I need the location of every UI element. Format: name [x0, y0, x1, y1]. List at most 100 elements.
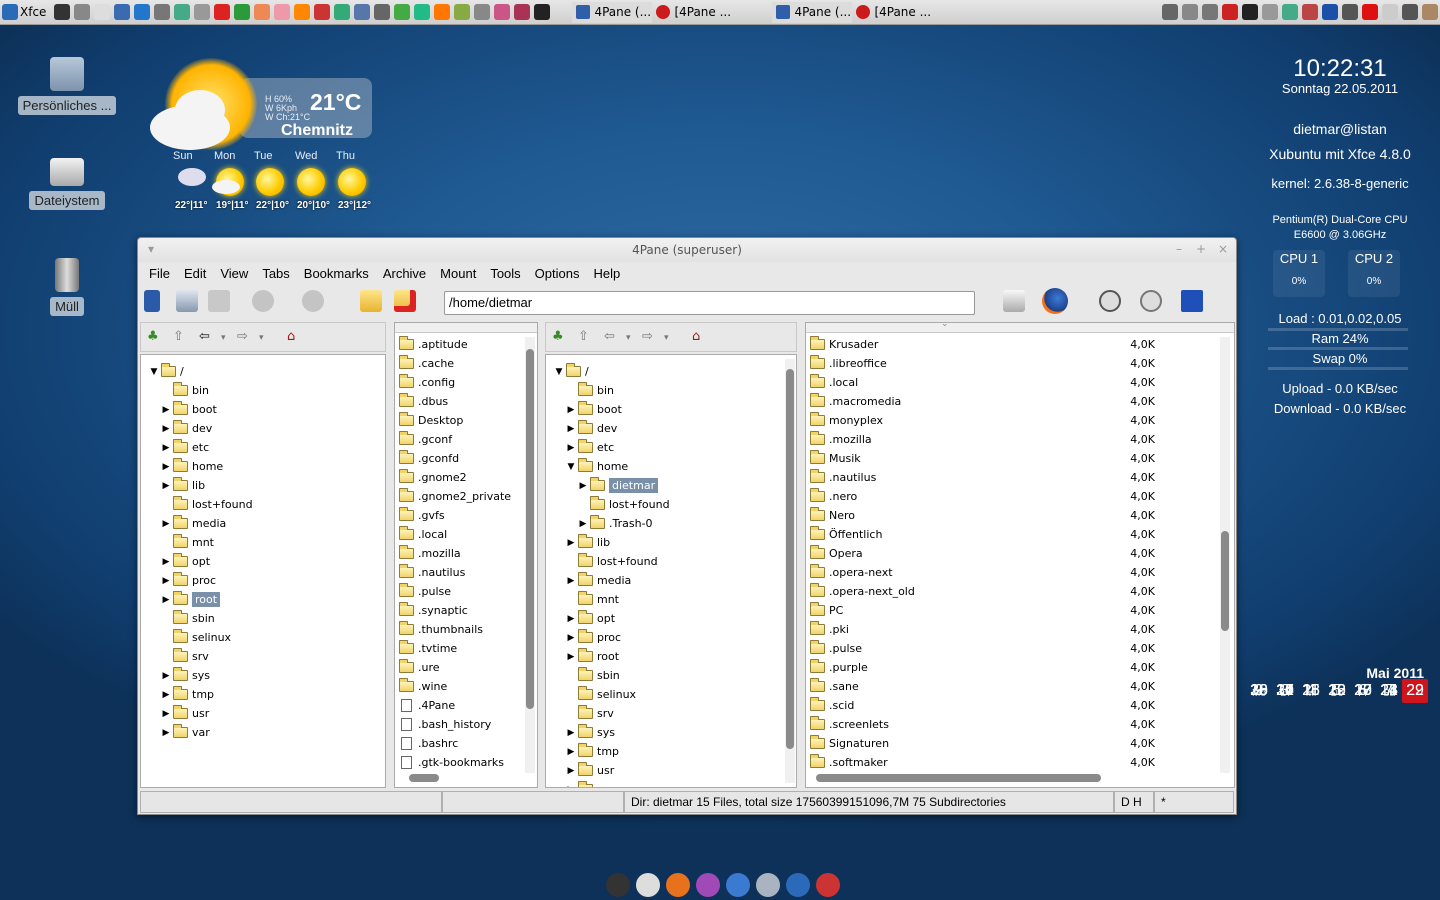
monitor-icon[interactable]	[154, 4, 171, 20]
file-row[interactable]: .purple 4,0K	[810, 658, 1210, 677]
save-icon[interactable]	[1181, 290, 1203, 312]
file-row[interactable]: .gconf	[399, 430, 452, 449]
right-file-scrollbar[interactable]	[1220, 337, 1230, 773]
tree-node[interactable]: selinux	[566, 685, 636, 704]
volume-icon[interactable]	[1402, 4, 1418, 20]
settings-icon[interactable]	[74, 4, 91, 20]
clipboard-icon[interactable]	[1382, 4, 1398, 20]
up-icon[interactable]: ⇧	[578, 329, 589, 344]
left-hscroll-thumb[interactable]	[409, 774, 439, 782]
menu-view[interactable]: View	[213, 266, 255, 281]
file-row[interactable]: PC 4,0K	[810, 601, 1210, 620]
file-row[interactable]: .dbus	[399, 392, 448, 411]
file-row[interactable]: .tvtime	[399, 639, 457, 658]
collapsed-arrow-icon[interactable]: ▶	[161, 424, 171, 434]
list-icon[interactable]	[1162, 4, 1178, 20]
tree-icon[interactable]: ♣	[147, 329, 159, 344]
calendar-day[interactable]: 27	[1350, 679, 1376, 703]
screen-icon[interactable]	[816, 873, 840, 897]
mail-icon[interactable]	[636, 873, 660, 897]
app-icon[interactable]	[726, 873, 750, 897]
collapsed-arrow-icon[interactable]: ▶	[161, 405, 171, 415]
sort-chevron-icon[interactable]: ⌄	[941, 323, 949, 329]
file-row[interactable]: .pulse 4,0K	[810, 639, 1210, 658]
file-row[interactable]: .gvfs	[399, 506, 445, 525]
file-row[interactable]: .ure	[399, 658, 440, 677]
right-hscroll-thumb[interactable]	[816, 774, 1101, 782]
s-icon[interactable]	[254, 4, 271, 20]
file-row[interactable]: .screenlets 4,0K	[810, 715, 1210, 734]
tree-node[interactable]: ▶ lib	[566, 533, 610, 552]
right-dir-tree[interactable]: ▼ / bin ▶ boot ▶ dev ▶ etc ▼ home ▶ dietmar lost+foun…	[545, 354, 797, 788]
collapsed-arrow-icon[interactable]: ▶	[566, 633, 576, 643]
file-row[interactable]: .local	[399, 525, 447, 544]
google-icon[interactable]	[414, 4, 431, 20]
file-row[interactable]: Musik 4,0K	[810, 449, 1210, 468]
menu-file[interactable]: File	[142, 266, 177, 281]
menu-options[interactable]: Options	[528, 266, 587, 281]
menu-tools[interactable]: Tools	[483, 266, 527, 281]
tree-node[interactable]: ▶ proc	[566, 628, 621, 647]
tree-node[interactable]: ▶ tmp	[161, 685, 214, 704]
photo-icon[interactable]	[514, 4, 531, 20]
file-row[interactable]: Opera 4,0K	[810, 544, 1210, 563]
pdf-icon[interactable]	[1222, 4, 1238, 20]
file-row[interactable]: .softmaker 4,0K	[810, 753, 1210, 772]
tree-node[interactable]: sbin	[566, 666, 620, 685]
cut-icon[interactable]	[144, 290, 160, 312]
tree-node[interactable]: srv	[161, 647, 209, 666]
collapsed-arrow-icon[interactable]: ▶	[566, 538, 576, 548]
desktop-icon-filesystem[interactable]: Dateiystem	[17, 158, 117, 210]
menu-archive[interactable]: Archive	[376, 266, 433, 281]
collapsed-arrow-icon[interactable]: ▶	[161, 481, 171, 491]
browser-icon[interactable]	[114, 4, 131, 20]
tree-node[interactable]: lost+found	[578, 495, 670, 514]
disk-tool-icon[interactable]	[1099, 290, 1121, 312]
tree-node[interactable]: lost+found	[161, 495, 253, 514]
tree-node[interactable]: ▶ root	[566, 647, 619, 666]
collapsed-arrow-icon[interactable]: ▶	[566, 747, 576, 757]
collapsed-arrow-icon[interactable]: ▶	[161, 671, 171, 681]
tree-node[interactable]: bin	[161, 381, 209, 400]
file-row[interactable]: .mozilla	[399, 544, 461, 563]
browser-icon[interactable]	[786, 873, 810, 897]
file-row[interactable]: .config	[399, 373, 455, 392]
forward-dropdown-icon[interactable]: ▾	[259, 333, 264, 343]
window-icon[interactable]	[1202, 4, 1218, 20]
tree-node[interactable]: bin	[566, 381, 614, 400]
task-button[interactable]: 4Pane (...	[772, 1, 853, 23]
window-titlebar[interactable]: ▾ 4Pane (superuser) – + ×	[138, 238, 1236, 262]
file-row[interactable]: .bash_history	[399, 715, 491, 734]
tree-node[interactable]: ▶ root	[161, 590, 221, 609]
undo-icon[interactable]	[252, 290, 274, 312]
folder-icon[interactable]	[334, 4, 351, 20]
collapsed-arrow-icon[interactable]: ▶	[566, 766, 576, 776]
left-dir-tree[interactable]: ▼ / bin ▶ boot ▶ dev ▶ etc ▶ home ▶ lib lost+found ▶ me…	[140, 354, 386, 788]
tree-node[interactable]: ▶ media	[566, 571, 631, 590]
collapsed-arrow-icon[interactable]: ▶	[161, 462, 171, 472]
mail-icon[interactable]	[274, 4, 291, 20]
file-row[interactable]: .gtk-bookmarks	[399, 753, 504, 772]
user-icon[interactable]	[1422, 4, 1438, 20]
tree-node[interactable]: ▶ etc	[566, 438, 614, 457]
app-icon[interactable]	[1282, 4, 1298, 20]
tree-node[interactable]: ▶ sys	[566, 723, 615, 742]
file-row[interactable]: .scid 4,0K	[810, 696, 1210, 715]
file-row[interactable]: .synaptic	[399, 601, 468, 620]
right-file-list[interactable]: ⌄ Krusader 4,0K .libreoffice 4,0K .local 4,0K…	[805, 322, 1235, 788]
collapsed-arrow-icon[interactable]: ▶	[566, 576, 576, 586]
tree-node[interactable]: selinux	[161, 628, 231, 647]
maximize-icon[interactable]: +	[1194, 242, 1208, 256]
collapsed-arrow-icon[interactable]: ▶	[161, 519, 171, 529]
calendar-day[interactable]: 28	[1376, 679, 1402, 703]
firefox-icon[interactable]	[666, 873, 690, 897]
back-dropdown-icon[interactable]: ▾	[626, 333, 631, 343]
tree-node[interactable]: ▶ sys	[161, 666, 210, 685]
calendar-day[interactable]: 26	[1324, 679, 1350, 703]
close-icon[interactable]: ×	[1216, 242, 1230, 256]
file-row[interactable]: .nero 4,0K	[810, 487, 1210, 506]
back-dropdown-icon[interactable]: ▾	[221, 333, 226, 343]
tree-node[interactable]: ▶ opt	[566, 609, 615, 628]
expanded-arrow-icon[interactable]: ▼	[554, 367, 564, 377]
window-menu-icon[interactable]: ▾	[144, 242, 158, 256]
